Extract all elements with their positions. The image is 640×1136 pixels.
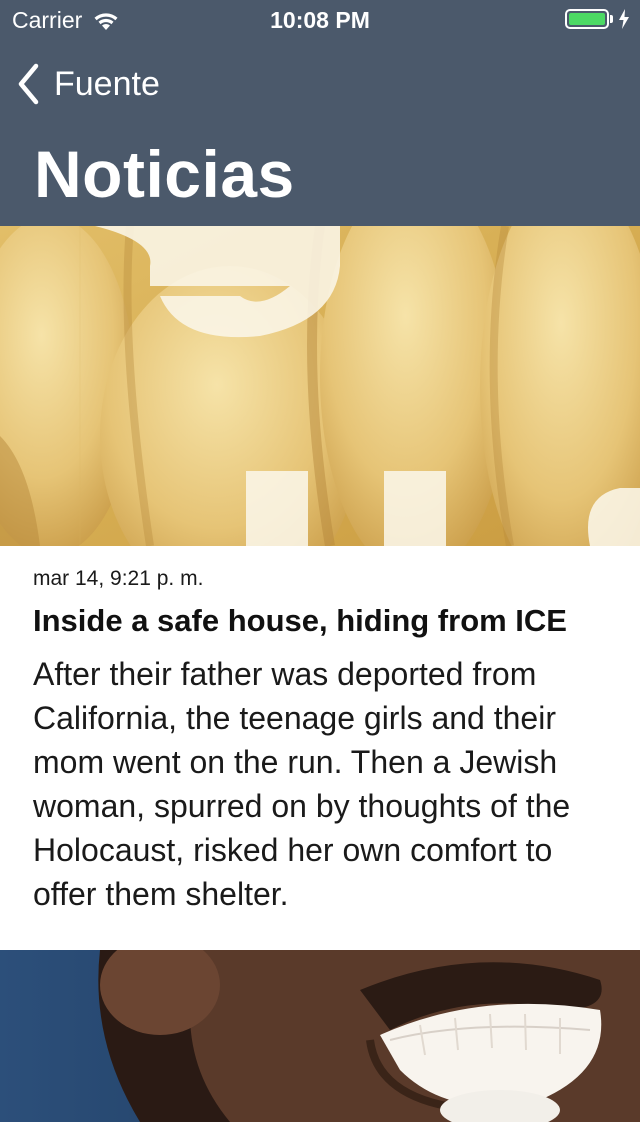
navigation-header: Carrier 10:08 PM Fuente Noticias: [0, 0, 640, 226]
battery-indicator: [565, 9, 630, 29]
article-title: Inside a safe house, hiding from ICE: [33, 603, 567, 638]
back-button-label: Fuente: [54, 64, 160, 103]
article-summary: After their father was deported from Cal…: [33, 656, 571, 912]
battery-level-fill: [569, 13, 605, 25]
news-feed[interactable]: mar 14, 9:21 p. m. Inside a safe house, …: [0, 226, 640, 1136]
page-title: Noticias: [34, 137, 295, 211]
article-image: [0, 950, 640, 1122]
status-bar: Carrier 10:08 PM: [0, 0, 640, 40]
app-screen: Carrier 10:08 PM Fuente Noticias mar 14,…: [0, 0, 640, 1136]
article-image: [0, 226, 640, 546]
back-button[interactable]: Fuente: [16, 62, 160, 106]
chevron-left-icon: [18, 63, 39, 105]
article-date: mar 14, 9:21 p. m.: [33, 567, 204, 590]
article-photo: [0, 226, 640, 546]
article-photo: [0, 950, 640, 1122]
battery-nub: [610, 15, 613, 23]
battery-icon: [565, 9, 609, 29]
news-card[interactable]: [0, 950, 640, 1122]
charging-bolt-icon: [619, 9, 629, 29]
status-time: 10:08 PM: [270, 7, 370, 33]
news-card[interactable]: mar 14, 9:21 p. m. Inside a safe house, …: [0, 226, 640, 950]
article-content: mar 14, 9:21 p. m. Inside a safe house, …: [0, 546, 640, 950]
